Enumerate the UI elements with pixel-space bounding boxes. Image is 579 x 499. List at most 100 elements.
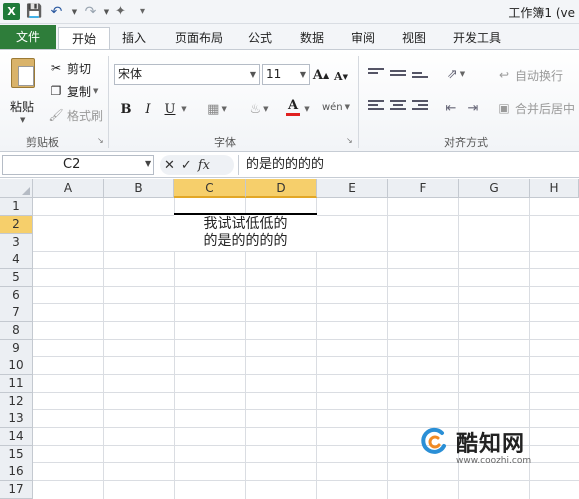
- gridline: [33, 303, 579, 304]
- redo-icon[interactable]: ↷: [82, 3, 99, 20]
- grow-font-label: A: [312, 67, 323, 83]
- tab-page-layout[interactable]: 页面布局: [164, 27, 234, 50]
- tab-file[interactable]: 文件: [0, 25, 56, 50]
- gridline: [33, 321, 579, 322]
- row-header-7[interactable]: 7: [0, 304, 33, 322]
- font-launcher-icon[interactable]: ↘: [346, 136, 353, 145]
- row-header-2[interactable]: 2: [0, 216, 33, 234]
- font-size-combo[interactable]: 11 ▼: [262, 64, 310, 85]
- decrease-indent-icon[interactable]: ⇤: [442, 98, 460, 118]
- row-header-14[interactable]: 14: [0, 428, 33, 446]
- tab-data[interactable]: 数据: [290, 27, 334, 50]
- row-header-1[interactable]: 1: [0, 198, 33, 216]
- format-painter-button[interactable]: 🖌 格式刷: [48, 105, 103, 125]
- align-center-icon[interactable]: [390, 100, 406, 114]
- cut-button[interactable]: ✂ 剪切: [48, 58, 91, 78]
- merge-center-button[interactable]: ▣ 合并后居中: [496, 98, 575, 118]
- name-box[interactable]: C2: [2, 155, 154, 175]
- paste-button[interactable]: 粘贴 ▼: [4, 56, 42, 126]
- row-header-9[interactable]: 9: [0, 340, 33, 358]
- tab-view[interactable]: 视图: [392, 27, 436, 50]
- scissors-icon: ✂: [50, 61, 62, 75]
- enter-icon[interactable]: ✓: [181, 158, 192, 173]
- formula-input[interactable]: 的是的的的的: [238, 155, 578, 175]
- tools-icon[interactable]: ✦: [112, 3, 129, 20]
- align-left-icon[interactable]: [368, 100, 384, 114]
- column-header-f[interactable]: F: [388, 179, 459, 198]
- fill-color-button[interactable]: ♨ ▼: [248, 99, 270, 119]
- tab-review[interactable]: 审阅: [341, 27, 385, 50]
- row-header-16[interactable]: 16: [0, 463, 33, 481]
- clipboard-launcher-icon[interactable]: ↘: [97, 136, 104, 145]
- undo-icon[interactable]: ↶: [48, 3, 65, 20]
- font-name-combo[interactable]: 宋体 ▼: [114, 64, 260, 85]
- tab-developer[interactable]: 开发工具: [444, 27, 510, 50]
- gridline: [103, 198, 104, 499]
- font-color-swatch: [286, 112, 300, 116]
- column-header-h[interactable]: H: [530, 179, 579, 198]
- wrap-text-button[interactable]: ↩ 自动换行: [496, 65, 563, 85]
- gridline: [387, 198, 388, 499]
- tab-formulas[interactable]: 公式: [238, 27, 282, 50]
- customize-toolbar-icon[interactable]: ▾: [134, 3, 151, 20]
- save-icon[interactable]: 💾: [26, 3, 43, 20]
- font-size-dropdown-icon[interactable]: ▼: [300, 65, 306, 84]
- gridline: [33, 268, 579, 269]
- row-header-13[interactable]: 13: [0, 410, 33, 428]
- bold-button[interactable]: B: [118, 99, 134, 119]
- align-bottom-icon[interactable]: [412, 72, 428, 86]
- border-button[interactable]: ▦ ▼: [206, 99, 228, 119]
- format-painter-label: 格式刷: [67, 108, 104, 123]
- copy-button[interactable]: ❐ 复制 ▼: [48, 81, 99, 101]
- align-top-icon[interactable]: [368, 68, 384, 82]
- tab-home[interactable]: 开始: [58, 27, 110, 51]
- tab-insert[interactable]: 插入: [112, 27, 156, 50]
- title-bar: X 💾 ↶ ▼ ↷ ▼ ✦ ▾ 工作簿1 (ve: [0, 0, 579, 24]
- row-header-10[interactable]: 10: [0, 357, 33, 375]
- font-color-button[interactable]: A: [282, 97, 304, 117]
- font-color-dropdown-icon[interactable]: ▼: [302, 99, 310, 119]
- orientation-button[interactable]: ⇗ ▼: [444, 64, 468, 84]
- row-header-6[interactable]: 6: [0, 287, 33, 305]
- fill-bucket-icon: ♨: [249, 101, 262, 117]
- gridline: [33, 286, 579, 287]
- row-header-4[interactable]: 4: [0, 251, 33, 269]
- cut-label: 剪切: [67, 61, 92, 76]
- column-header-e[interactable]: E: [317, 179, 388, 198]
- cancel-icon[interactable]: ✕: [164, 158, 175, 173]
- select-all-button[interactable]: [0, 179, 33, 198]
- row-header-12[interactable]: 12: [0, 393, 33, 411]
- font-size-value: 11: [266, 67, 282, 81]
- grow-font-button[interactable]: A ▲: [312, 65, 329, 85]
- row-header-3[interactable]: 3: [0, 234, 33, 252]
- phonetic-guide-button[interactable]: wén ▼: [322, 97, 350, 117]
- row-header-15[interactable]: 15: [0, 446, 33, 464]
- underline-dropdown-icon[interactable]: ▼: [178, 99, 188, 119]
- column-header-g[interactable]: G: [459, 179, 530, 198]
- paste-dropdown-icon[interactable]: ▼: [20, 116, 25, 124]
- font-name-dropdown-icon[interactable]: ▼: [250, 65, 256, 84]
- column-header-c[interactable]: C: [174, 179, 246, 198]
- italic-button[interactable]: I: [140, 99, 156, 119]
- column-header-d[interactable]: D: [246, 179, 317, 198]
- column-header-b[interactable]: B: [104, 179, 174, 198]
- row-header-11[interactable]: 11: [0, 375, 33, 393]
- insert-function-icon[interactable]: fx: [198, 158, 210, 173]
- shrink-font-button[interactable]: A ▼: [334, 66, 348, 86]
- row-header-5[interactable]: 5: [0, 269, 33, 287]
- gridline: [33, 409, 579, 410]
- column-header-a[interactable]: A: [33, 179, 104, 198]
- gridline: [33, 356, 579, 357]
- copy-dropdown-icon[interactable]: ▼: [93, 87, 98, 95]
- clipboard-group-label: 剪贴板: [26, 136, 59, 149]
- name-box-dropdown-icon[interactable]: ▼: [145, 159, 151, 168]
- undo-dropdown-icon[interactable]: ▼: [66, 3, 83, 20]
- row-header-8[interactable]: 8: [0, 322, 33, 340]
- row-header-17[interactable]: 17: [0, 481, 33, 499]
- underline-button[interactable]: U: [162, 99, 178, 119]
- align-right-icon[interactable]: [412, 100, 428, 114]
- wrap-text-icon: ↩: [498, 68, 510, 82]
- align-middle-icon[interactable]: [390, 70, 406, 84]
- increase-indent-icon[interactable]: ⇥: [464, 98, 482, 118]
- merged-cell-c2-d3[interactable]: 我试试低低的 的是的的的的: [174, 213, 317, 251]
